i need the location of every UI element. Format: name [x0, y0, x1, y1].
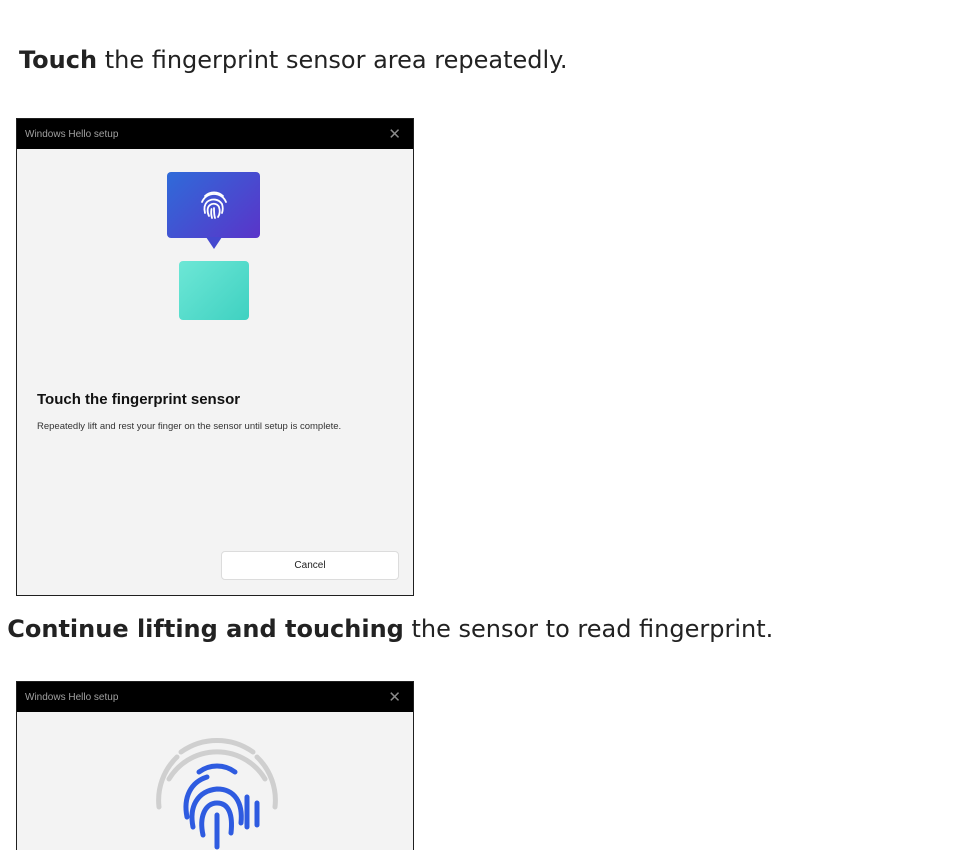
windows-hello-dialog-reading: Windows Hello setup ✕	[16, 681, 414, 850]
step-instruction-continue: . Continue lifting and touching the sens…	[0, 614, 773, 644]
dialog-heading: Touch the fingerprint sensor	[37, 391, 241, 408]
dialog-titlebar: Windows Hello setup ✕	[17, 682, 413, 712]
step-instruction-rest: the fingerprint sensor area repeatedly.	[97, 46, 568, 74]
dialog-title: Windows Hello setup	[25, 128, 119, 140]
fingerprint-bubble	[167, 172, 260, 238]
sensor-illustration	[179, 261, 249, 320]
dialog-titlebar: Windows Hello setup ✕	[17, 119, 413, 149]
bubble-pointer	[206, 237, 222, 249]
close-icon[interactable]: ✕	[388, 127, 401, 142]
step-instruction-bold: Touch	[19, 46, 98, 74]
fingerprint-progress-icon	[156, 737, 278, 850]
instruction-page: Touch the fingerprint sensor area repeat…	[0, 0, 965, 850]
step-instruction-rest: the sensor to read fingerprint.	[403, 615, 774, 643]
dialog-title: Windows Hello setup	[25, 691, 119, 703]
windows-hello-dialog-touch: Windows Hello setup ✕ Touch the fingerpr…	[16, 118, 414, 596]
cancel-button[interactable]: Cancel	[221, 551, 399, 580]
fingerprint-icon	[200, 191, 227, 219]
close-icon[interactable]: ✕	[388, 690, 401, 705]
dialog-body-text: Repeatedly lift and rest your finger on …	[37, 421, 342, 432]
step-instruction-bold: Continue lifting and touching	[7, 615, 404, 643]
step-instruction-touch: Touch the fingerprint sensor area repeat…	[19, 45, 568, 75]
